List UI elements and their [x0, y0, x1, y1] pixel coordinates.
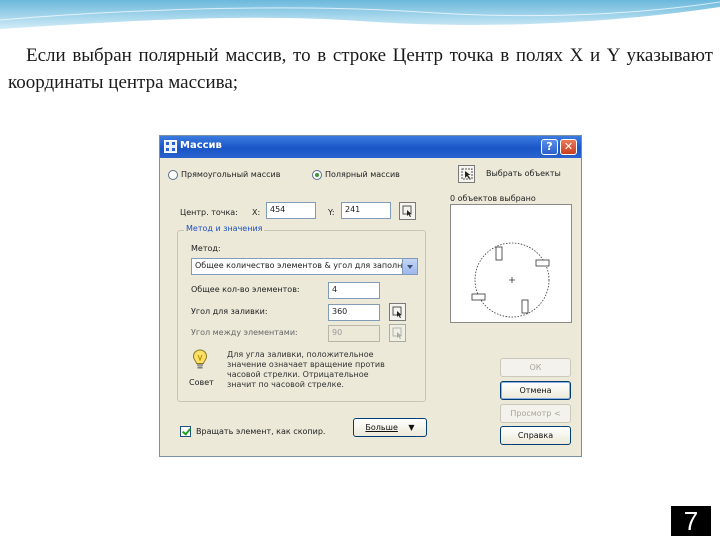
total-items-input[interactable]: 4 [328, 282, 380, 299]
method-select[interactable]: Общее количество элементов & угол для за… [191, 258, 418, 275]
dialog-title: Массив [180, 140, 222, 151]
close-button[interactable]: ✕ [560, 139, 577, 155]
method-label: Метод: [191, 244, 221, 253]
more-button-label: Больше [365, 423, 398, 432]
pick-angle-disabled-icon [392, 327, 402, 339]
rotate-items-label: Вращать элемент, как скопир. [196, 427, 326, 436]
radio-polar-array[interactable]: Полярный массив [312, 170, 412, 182]
cancel-button[interactable]: Отмена [500, 381, 571, 400]
pick-point-icon [402, 205, 412, 217]
tip-label: Совет [189, 378, 214, 387]
help-button[interactable]: Справка [500, 426, 571, 445]
center-x-input[interactable]: 454 [266, 202, 316, 219]
method-select-value: Общее количество элементов & угол для за… [195, 261, 403, 270]
radio-rectangular-label: Прямоугольный массив [181, 170, 281, 179]
radio-polar-label: Полярный массив [325, 170, 400, 179]
fill-angle-input[interactable]: 360 [328, 304, 380, 321]
between-angle-input: 90 [328, 325, 380, 342]
slide-paragraph: Если выбран полярный массив, то в строке… [8, 45, 713, 93]
total-items-label: Общее кол-во элементов: [191, 285, 300, 294]
center-point-label: Центр. точка: [180, 208, 238, 217]
more-button[interactable]: Больше ▼ [353, 418, 427, 437]
y-label: Y: [328, 208, 335, 217]
ok-button[interactable]: ОК [500, 358, 571, 377]
center-y-input[interactable]: 241 [341, 202, 391, 219]
objects-selected-count: 0 объектов выбрано [450, 194, 536, 203]
preview-area [450, 204, 572, 323]
select-objects-label: Выбрать объекты [486, 169, 561, 178]
radio-rectangular-circle[interactable] [168, 170, 178, 180]
dialog-titlebar[interactable]: Массив ? ✕ [160, 136, 581, 158]
fill-angle-label: Угол для заливки: [191, 307, 268, 316]
pick-center-button[interactable] [399, 202, 416, 220]
preview-button[interactable]: Просмотр < [500, 404, 571, 423]
lightbulb-tip-icon [192, 349, 208, 369]
tip-text: Для угла заливки, положительное значение… [227, 350, 385, 389]
help-title-button[interactable]: ? [541, 139, 558, 155]
method-group-title: Метод и значения [184, 224, 265, 233]
array-dialog: Массив ? ✕ Прямоугольный массив Полярный… [159, 135, 582, 457]
chevron-down-icon[interactable] [402, 259, 417, 274]
radio-polar-circle[interactable] [312, 170, 322, 180]
pick-angle-icon [392, 306, 402, 318]
radio-rectangular-array[interactable]: Прямоугольный массив [168, 170, 298, 182]
polar-array-preview [471, 242, 550, 318]
pick-fill-angle-button[interactable] [389, 303, 406, 321]
rotate-items-checkbox[interactable] [180, 426, 191, 437]
double-chevron-down-icon: ▼ [408, 423, 415, 432]
page-number-badge: 7 [671, 506, 711, 536]
select-objects-button[interactable] [458, 165, 475, 183]
x-label: X: [252, 208, 261, 217]
pick-between-angle-button [389, 324, 406, 342]
array-app-icon [164, 140, 177, 153]
top-wave-decoration [0, 0, 720, 31]
select-objects-icon [461, 168, 473, 180]
between-angle-label: Угол между элементами: [191, 328, 298, 337]
